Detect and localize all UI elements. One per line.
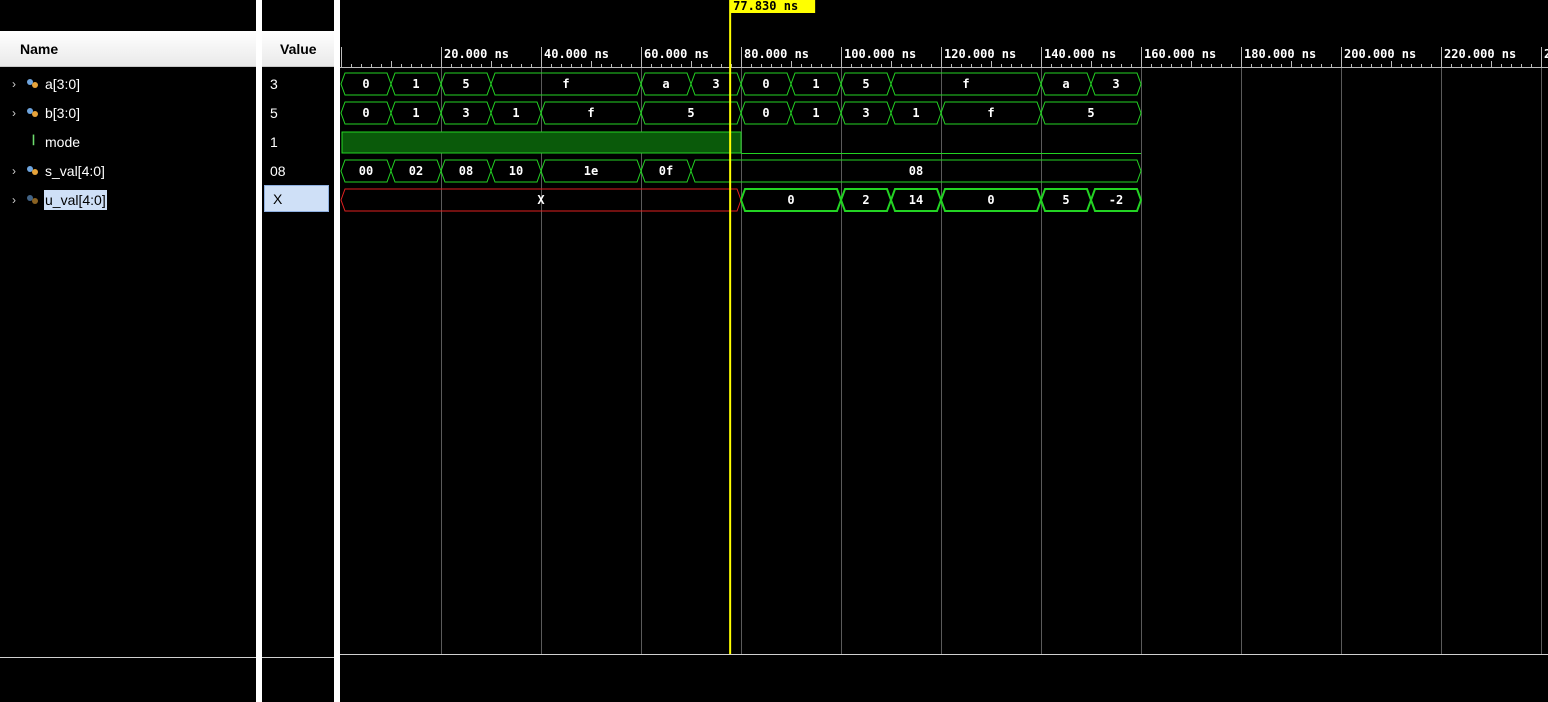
bus-segment-value: 0 xyxy=(762,77,769,91)
bus-segment-value: 1 xyxy=(412,77,419,91)
signal-row-mode[interactable]: › ꟾ mode xyxy=(0,127,256,156)
signal-row-s-val[interactable]: › s_val[4:0] xyxy=(0,156,256,185)
signal-value: 08 xyxy=(270,162,286,179)
bus-segment-value: 3 xyxy=(462,106,469,120)
bus-segment-value: 00 xyxy=(359,164,373,178)
bus-segment-value: a xyxy=(662,77,669,91)
expand-chevron-icon[interactable]: › xyxy=(12,193,24,207)
signal-value: 5 xyxy=(270,104,278,121)
expand-chevron-icon[interactable]: › xyxy=(12,106,24,120)
timeline-tick-label: 40.000 ns xyxy=(544,47,609,61)
bus-segment-value: 5 xyxy=(1062,193,1069,207)
bus-segment-value: 3 xyxy=(1112,77,1119,91)
bus-segment-value: 3 xyxy=(712,77,719,91)
bus-signal-icon xyxy=(27,194,40,206)
bus-segment-value: 10 xyxy=(509,164,523,178)
column-header-name-label: Name xyxy=(20,40,59,57)
signal-name: a[3:0] xyxy=(45,75,81,92)
timeline-tick-label: 100.000 ns xyxy=(844,47,916,61)
bus-segment-value: 1e xyxy=(584,164,598,178)
bus-segment-value: X xyxy=(537,193,545,207)
bus-segment-value: 5 xyxy=(1087,106,1094,120)
bus-segment-value: 0 xyxy=(987,193,994,207)
bus-segment-value: f xyxy=(587,106,594,120)
column-header-name[interactable]: Name xyxy=(0,31,256,67)
signal-name: s_val[4:0] xyxy=(45,162,105,179)
bus-segment-value: 2 xyxy=(862,193,869,207)
bus-segment-value: 0 xyxy=(787,193,794,207)
timeline-tick-label: 2 xyxy=(1544,47,1548,61)
bus-segment-value: 1 xyxy=(912,106,919,120)
cursor-time-label: 77.830 ns xyxy=(733,0,798,13)
expand-chevron-icon[interactable]: › xyxy=(12,77,24,91)
signal-row-u-val[interactable]: › u_val[4:0] xyxy=(0,185,256,214)
bus-segment-value: 3 xyxy=(862,106,869,120)
signal-row-b[interactable]: › b[3:0] xyxy=(0,98,256,127)
bus-segment-value: 14 xyxy=(909,193,923,207)
bus-segment-value: 0 xyxy=(762,106,769,120)
bus-signal-icon xyxy=(27,78,40,90)
bus-segment-value: 5 xyxy=(687,106,694,120)
bus-segment-value: 5 xyxy=(862,77,869,91)
bus-segment-value: 02 xyxy=(409,164,423,178)
timeline-tick-label: 140.000 ns xyxy=(1044,47,1116,61)
timeline-tick-label: 60.000 ns xyxy=(644,47,709,61)
signal-name: u_val[4:0] xyxy=(44,189,107,210)
column-header-value-label: Value xyxy=(280,40,317,57)
signal-value-selected: X xyxy=(264,185,329,212)
bit-high-segment xyxy=(341,131,742,154)
bus-segment-value: 0 xyxy=(362,106,369,120)
bus-segment-value: 1 xyxy=(412,106,419,120)
bus-segment-value: f xyxy=(987,106,994,120)
bus-segment-value: 1 xyxy=(512,106,519,120)
column-header-value[interactable]: Value xyxy=(262,31,334,67)
bus-segment-value: f xyxy=(962,77,969,91)
bus-segment-value: 08 xyxy=(909,164,923,178)
bus-segment-value: 1 xyxy=(812,77,819,91)
bus-segment-value: 08 xyxy=(459,164,473,178)
bit-signal-icon: ꟾ xyxy=(31,135,36,148)
timeline-tick-label: 200.000 ns xyxy=(1344,47,1416,61)
name-pane-footer-divider xyxy=(0,657,256,658)
timeline-tick-label: 80.000 ns xyxy=(744,47,809,61)
value-pane-footer-divider xyxy=(262,657,334,658)
bus-segment-value: 0f xyxy=(659,164,673,178)
timeline-tick-label: 20.000 ns xyxy=(444,47,509,61)
expand-chevron-icon[interactable]: › xyxy=(12,164,24,178)
timeline-tick-label: 120.000 ns xyxy=(944,47,1016,61)
bus-signal-icon xyxy=(27,107,40,119)
bus-segment-value: 1 xyxy=(812,106,819,120)
bus-segment-value: a xyxy=(1062,77,1069,91)
bus-segment-value: f xyxy=(562,77,569,91)
timeline-tick-label: 160.000 ns xyxy=(1144,47,1216,61)
signal-value: 3 xyxy=(270,75,278,92)
bus-segment-value: 5 xyxy=(462,77,469,91)
bus-signal-icon xyxy=(27,165,40,177)
bus-segment-value: -2 xyxy=(1109,193,1123,207)
waveform-canvas[interactable]: 20.000 ns 40.000 ns 60.000 ns 80.000 ns 100.… xyxy=(340,0,1548,702)
timeline-tick-label: 220.000 ns xyxy=(1444,47,1516,61)
signal-row-a[interactable]: › a[3:0] xyxy=(0,69,256,98)
signal-name: b[3:0] xyxy=(45,104,81,121)
signal-value: 1 xyxy=(270,133,278,150)
signal-name: mode xyxy=(45,133,81,150)
bus-segment-value: 0 xyxy=(362,77,369,91)
timeline-tick-label: 180.000 ns xyxy=(1244,47,1316,61)
